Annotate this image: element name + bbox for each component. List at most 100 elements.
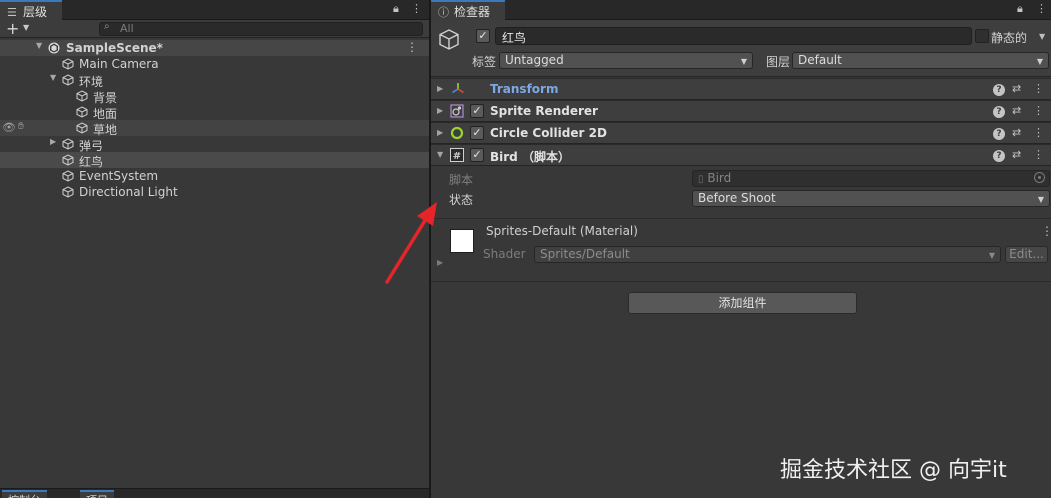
kebab-menu-icon[interactable]: ⋮ [411, 2, 422, 15]
hierarchy-item[interactable]: 地面 [0, 104, 429, 121]
tab-console[interactable]: 控制台 [2, 490, 47, 498]
help-icon[interactable]: ? [993, 150, 1005, 162]
lock-icon[interactable]: 🔒︎ [1017, 2, 1023, 16]
help-icon[interactable]: ? [993, 128, 1005, 140]
hierarchy-item[interactable]: Main Camera [0, 56, 429, 72]
hierarchy-item-selected[interactable]: 红鸟 [0, 152, 429, 169]
shader-dropdown[interactable]: Sprites/Default ▼ [534, 246, 1001, 263]
gameobject-cube-icon [62, 186, 74, 198]
hierarchy-toolbar: + ▼ ⌕ All [0, 19, 429, 38]
fold-right-icon[interactable]: ▶ [437, 84, 443, 93]
inspector-tabbar: ⓘ 检查器 🔒︎ ⋮ [431, 0, 1051, 20]
pickable-hand-icon[interactable]: ✋︎ [18, 121, 24, 132]
gameobject-cube-icon [76, 106, 88, 118]
state-label: 状态 [449, 193, 474, 207]
transform-gizmo-icon [452, 83, 464, 94]
tab-hierarchy[interactable]: ☰ 层级 [0, 0, 62, 20]
svg-text:#: # [453, 151, 461, 162]
presets-icon[interactable]: ⇄ [1012, 148, 1021, 161]
component-title: Bird （脚本） [490, 150, 570, 164]
kebab-menu-icon[interactable]: ⋮ [1033, 148, 1044, 161]
tag-dropdown[interactable]: Untagged ▼ [499, 52, 753, 69]
csharp-script-icon: # [450, 148, 464, 162]
active-checkbox[interactable]: ✓ [476, 29, 490, 43]
help-icon[interactable]: ? [993, 106, 1005, 118]
presets-icon[interactable]: ⇄ [1012, 104, 1021, 117]
gameobject-cube-icon [76, 122, 88, 134]
watermark-text: 掘金技术社区 @ 向宇it [780, 458, 1007, 483]
visibility-eye-icon[interactable]: 👁︎ [2, 121, 16, 134]
gameobject-cube-icon [62, 154, 74, 166]
script-object-field[interactable]: ▯ Bird [692, 170, 1050, 187]
hierarchy-item[interactable]: ▼ 环境 [0, 72, 429, 89]
kebab-menu-icon[interactable]: ⋮ [1033, 82, 1044, 95]
script-file-icon: ▯ [698, 174, 704, 185]
layer-dropdown[interactable]: Default ▼ [792, 52, 1049, 69]
hierarchy-item[interactable]: EventSystem [0, 168, 429, 184]
component-enabled-checkbox[interactable]: ✓ [470, 104, 484, 118]
component-transform[interactable]: ▶ Transform ? ⇄ ⋮ [431, 78, 1051, 100]
component-sprite-renderer[interactable]: ▶ ✓ Sprite Renderer ? ⇄ ⋮ [431, 100, 1051, 122]
object-name-field[interactable]: 红鸟 [495, 27, 972, 45]
scene-name: SampleScene* [66, 41, 163, 55]
component-enabled-checkbox[interactable]: ✓ [470, 148, 484, 162]
gameobject-cube-icon [439, 29, 459, 50]
annotation-arrow [385, 202, 437, 284]
material-preview-swatch [450, 229, 474, 253]
search-placeholder: All [120, 22, 134, 35]
gameobject-cube-icon [76, 90, 88, 102]
fold-right-icon[interactable]: ▶ [50, 137, 56, 146]
component-bird-script[interactable]: ▼ # ✓ Bird （脚本） ? ⇄ ⋮ [431, 144, 1051, 166]
gameobject-cube-icon [62, 138, 74, 150]
gameobject-cube-icon [62, 58, 74, 70]
item-label: Directional Light [79, 185, 178, 199]
tab-inspector[interactable]: ⓘ 检查器 [431, 0, 505, 20]
scene-row[interactable]: ▼ SampleScene* ⋮ [0, 40, 429, 56]
component-circle-collider-2d[interactable]: ▶ ✓ Circle Collider 2D ? ⇄ ⋮ [431, 122, 1051, 144]
gameobject-cube-icon [62, 170, 74, 182]
hierarchy-item[interactable]: ▶ 弹弓 [0, 136, 429, 153]
lock-icon[interactable]: 🔒︎ [393, 2, 399, 16]
chevron-down-icon[interactable]: ▼ [1039, 32, 1045, 41]
kebab-menu-icon[interactable]: ⋮ [406, 40, 418, 54]
presets-icon[interactable]: ⇄ [1012, 126, 1021, 139]
edit-shader-button[interactable]: Edit... [1005, 246, 1048, 263]
fold-right-icon[interactable]: ▶ [437, 106, 443, 115]
kebab-menu-icon[interactable]: ⋮ [1033, 104, 1044, 117]
sprite-renderer-icon [450, 104, 464, 118]
bottom-tabbar: 控制台 项目 [0, 488, 429, 498]
script-property-row: 脚本 ▯ Bird [431, 169, 1051, 188]
component-title: Transform [490, 82, 559, 96]
hierarchy-item[interactable]: 背景 [0, 88, 429, 105]
state-dropdown[interactable]: Before Shoot ▼ [692, 190, 1050, 207]
component-title: Circle Collider 2D [490, 126, 607, 140]
search-input[interactable]: ⌕ All [99, 21, 423, 36]
layer-label: 图层 [766, 55, 791, 69]
fold-down-icon[interactable]: ▼ [36, 41, 42, 50]
fold-right-icon[interactable]: ▶ [437, 128, 443, 137]
chevron-down-icon[interactable]: ▼ [23, 23, 29, 32]
plus-icon[interactable]: + [6, 19, 19, 38]
tab-project[interactable]: 项目 [80, 490, 114, 498]
component-title: Sprite Renderer [490, 104, 598, 118]
static-checkbox[interactable] [975, 29, 989, 43]
component-enabled-checkbox[interactable]: ✓ [470, 126, 484, 140]
kebab-menu-icon[interactable]: ⋮ [1041, 224, 1051, 238]
presets-icon[interactable]: ⇄ [1012, 82, 1021, 95]
object-picker-icon[interactable] [1034, 172, 1045, 183]
info-icon: ⓘ [438, 6, 449, 19]
fold-down-icon[interactable]: ▼ [50, 73, 56, 82]
add-component-button[interactable]: 添加组件 [628, 292, 857, 314]
chevron-down-icon: ▼ [1037, 195, 1044, 204]
help-icon[interactable]: ? [993, 84, 1005, 96]
material-name: Sprites-Default (Material) [486, 224, 638, 238]
state-property-row: 状态 Before Shoot ▼ [431, 189, 1051, 208]
hierarchy-item[interactable]: 👁︎ ✋︎ 草地 [0, 120, 429, 137]
chevron-down-icon: ▼ [1036, 57, 1043, 66]
chevron-down-icon: ▼ [988, 251, 995, 260]
kebab-menu-icon[interactable]: ⋮ [1033, 126, 1044, 139]
kebab-menu-icon[interactable]: ⋮ [1036, 2, 1047, 15]
hierarchy-item[interactable]: Directional Light [0, 184, 429, 200]
fold-down-icon[interactable]: ▼ [437, 150, 443, 159]
chevron-down-icon: ▼ [740, 57, 747, 66]
